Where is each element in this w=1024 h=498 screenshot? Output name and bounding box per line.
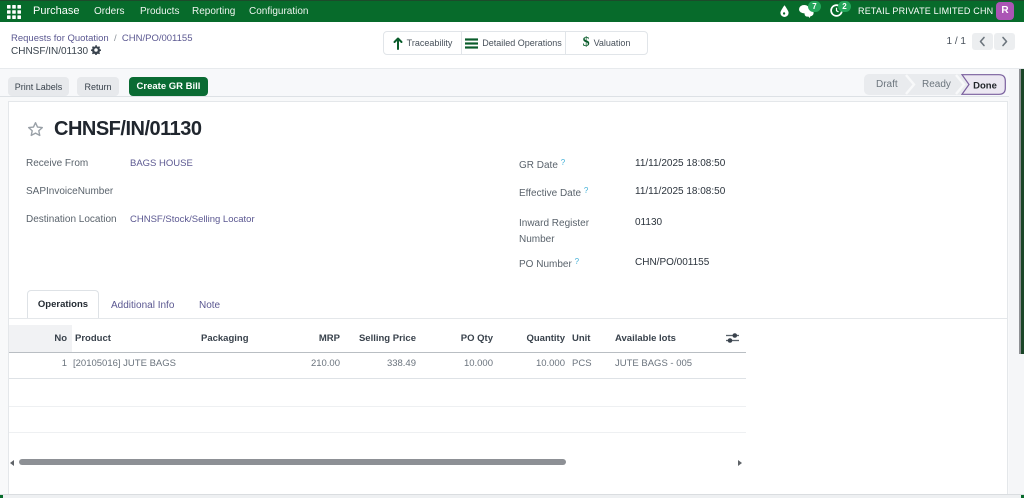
svg-text:Done: Done [973,80,997,91]
